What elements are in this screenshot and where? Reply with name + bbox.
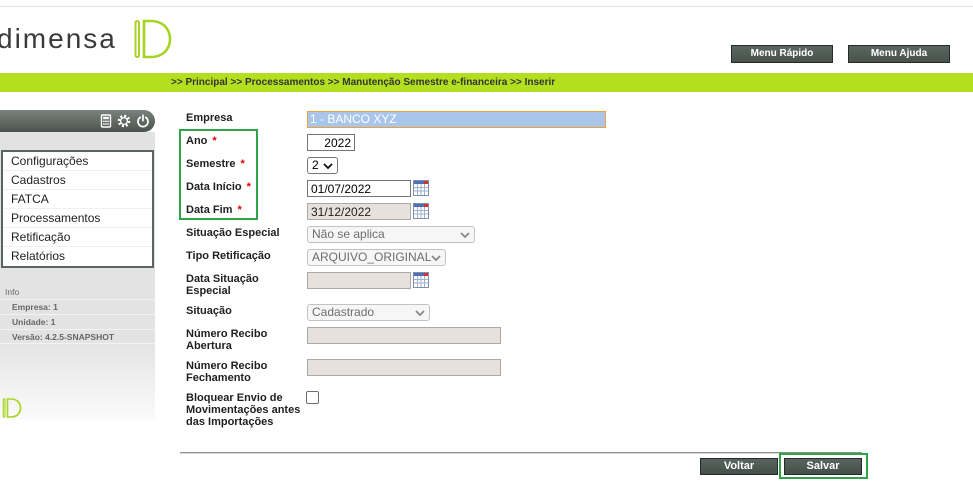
breadcrumb-separator: >> — [171, 77, 183, 88]
sidebar-item-cadastros[interactable]: Cadastros — [3, 171, 152, 190]
breadcrumb-separator: >> — [510, 77, 522, 88]
power-icon[interactable] — [136, 114, 150, 128]
chevron-down-icon — [431, 255, 441, 261]
sidebar-item-retificacao[interactable]: Retificação — [3, 228, 152, 247]
breadcrumb-item-inserir: Inserir — [524, 77, 556, 88]
bloquear-envio-checkbox[interactable] — [306, 391, 319, 404]
app-window: dimensa Menu Rápido Menu Ajuda >> Princi… — [0, 0, 973, 500]
situacao-label: Situação — [186, 305, 232, 317]
numero-recibo-abertura-label: Número Recibo Abertura — [186, 328, 268, 352]
sidebar-toolbar — [0, 110, 155, 132]
calendar-icon[interactable] — [413, 180, 429, 196]
calendar-icon[interactable] — [413, 272, 429, 288]
semestre-select[interactable]: 2 — [307, 157, 338, 174]
menu-ajuda-button[interactable]: Menu Ajuda — [848, 45, 950, 63]
required-mark: * — [237, 204, 242, 216]
tipo-retificacao-select[interactable]: ARQUIVO_ORIGINAL — [307, 249, 446, 266]
required-mark: * — [246, 181, 251, 193]
ano-label: Ano * — [186, 135, 217, 147]
bloquear-envio-label: Bloquear Envio de Movimentações antes da… — [186, 392, 301, 428]
situacao-especial-select[interactable]: Não se aplica — [307, 226, 475, 243]
tipo-retificacao-value: ARQUIVO_ORIGINAL — [312, 250, 432, 264]
data-fim-label: Data Fim * — [186, 204, 242, 216]
info-title: Info — [5, 287, 20, 297]
dimensa-logo-icon — [2, 398, 22, 418]
breadcrumb-separator: >> — [327, 77, 340, 88]
chevron-down-icon — [323, 163, 333, 169]
situacao-select[interactable]: Cadastrado — [307, 304, 430, 321]
semestre-value: 2 — [312, 158, 319, 172]
data-situacao-especial-input[interactable] — [307, 272, 411, 289]
breadcrumb-item-manutencao[interactable]: Manutenção Semestre e-financeira — [342, 77, 507, 88]
chevron-down-icon — [415, 310, 425, 316]
semestre-label-text: Semestre — [186, 158, 236, 170]
calendar-icon[interactable] — [413, 203, 429, 219]
gear-icon[interactable] — [117, 114, 131, 128]
sidebar-item-processamentos[interactable]: Processamentos — [3, 209, 152, 228]
info-versao: Versão: 4.2.5-SNAPSHOT — [0, 329, 155, 344]
dimensa-logo-icon — [134, 19, 172, 59]
sidebar-item-fatca[interactable]: FATCA — [3, 190, 152, 209]
sidebar-item-relatorios[interactable]: Relatórios — [3, 247, 152, 266]
info-empresa: Empresa: 1 — [0, 299, 155, 314]
data-fim-label-text: Data Fim — [186, 204, 233, 216]
semestre-label: Semestre * — [186, 158, 245, 170]
data-inicio-label-text: Data Início — [186, 181, 242, 193]
voltar-button[interactable]: Voltar — [700, 458, 778, 475]
empresa-label: Empresa — [186, 112, 233, 124]
actions-divider — [180, 452, 862, 454]
numero-recibo-fechamento-label: Número Recibo Fechamento — [186, 360, 268, 384]
breadcrumb: >> Principal >> Processamentos >> Manute… — [171, 76, 555, 89]
situacao-especial-label: Situação Especial — [186, 227, 280, 239]
menu-rapido-button[interactable]: Menu Rápido — [731, 45, 833, 63]
data-situacao-especial-label: Data Situação Especial — [186, 273, 259, 297]
breadcrumb-bar: >> Principal >> Processamentos >> Manute… — [0, 73, 973, 92]
breadcrumb-item-processamentos[interactable]: Processamentos — [245, 77, 325, 88]
salvar-button[interactable]: Salvar — [784, 458, 862, 475]
info-list: Empresa: 1 Unidade: 1 Versão: 4.2.5-SNAP… — [0, 299, 155, 344]
top-divider — [0, 6, 973, 7]
empresa-input[interactable]: 1 - BANCO XYZ — [307, 111, 606, 128]
situacao-value: Cadastrado — [312, 305, 375, 319]
sidebar-menu: Configurações Cadastros FATCA Processame… — [1, 150, 154, 268]
sidebar-item-configuracoes[interactable]: Configurações — [3, 152, 152, 171]
data-inicio-label: Data Início * — [186, 181, 251, 193]
empresa-value: 1 - BANCO XYZ — [310, 112, 397, 126]
data-fim-input[interactable] — [307, 203, 411, 220]
breadcrumb-separator: >> — [230, 77, 243, 88]
data-inicio-input[interactable] — [307, 180, 411, 197]
info-unidade: Unidade: 1 — [0, 314, 155, 329]
chevron-down-icon — [460, 232, 470, 238]
dimensa-logo-text: dimensa — [0, 23, 117, 54]
numero-recibo-abertura-input[interactable] — [307, 327, 501, 344]
calculator-icon[interactable] — [99, 114, 113, 128]
required-mark: * — [240, 158, 245, 170]
ano-input[interactable] — [307, 134, 355, 151]
required-mark: * — [212, 135, 217, 147]
tipo-retificacao-label: Tipo Retificação — [186, 250, 271, 262]
ano-label-text: Ano — [186, 135, 208, 147]
situacao-especial-value: Não se aplica — [312, 227, 385, 241]
breadcrumb-item-principal[interactable]: Principal — [185, 77, 227, 88]
numero-recibo-fechamento-input[interactable] — [307, 359, 501, 376]
